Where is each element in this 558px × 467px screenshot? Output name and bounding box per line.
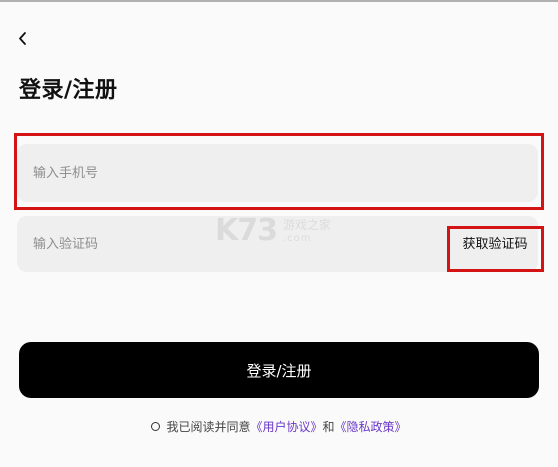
- watermark-logo: K73 游戏之家 .com: [215, 213, 345, 253]
- agreement-row: 我已阅读并同意《用户协议》和《隐私政策》: [0, 418, 558, 435]
- watermark-domain: .com: [283, 233, 312, 244]
- chevron-left-icon: [19, 32, 26, 45]
- page-title: 登录/注册: [19, 78, 118, 103]
- privacy-policy-link[interactable]: 《隐私政策》: [335, 420, 407, 434]
- phone-highlight-box: [14, 133, 544, 210]
- login-register-button[interactable]: 登录/注册: [19, 342, 539, 398]
- agreement-prefix: 我已阅读并同意: [166, 420, 251, 434]
- get-code-highlight-box: [447, 226, 544, 272]
- agreement-and: 和: [322, 420, 335, 434]
- agreement-radio[interactable]: [151, 422, 161, 431]
- back-button[interactable]: [12, 27, 36, 51]
- watermark-brand: K73: [215, 213, 278, 248]
- watermark-name: 游戏之家: [283, 218, 332, 232]
- top-divider: [0, 0, 558, 2]
- user-agreement-link[interactable]: 《用户协议》: [250, 420, 322, 434]
